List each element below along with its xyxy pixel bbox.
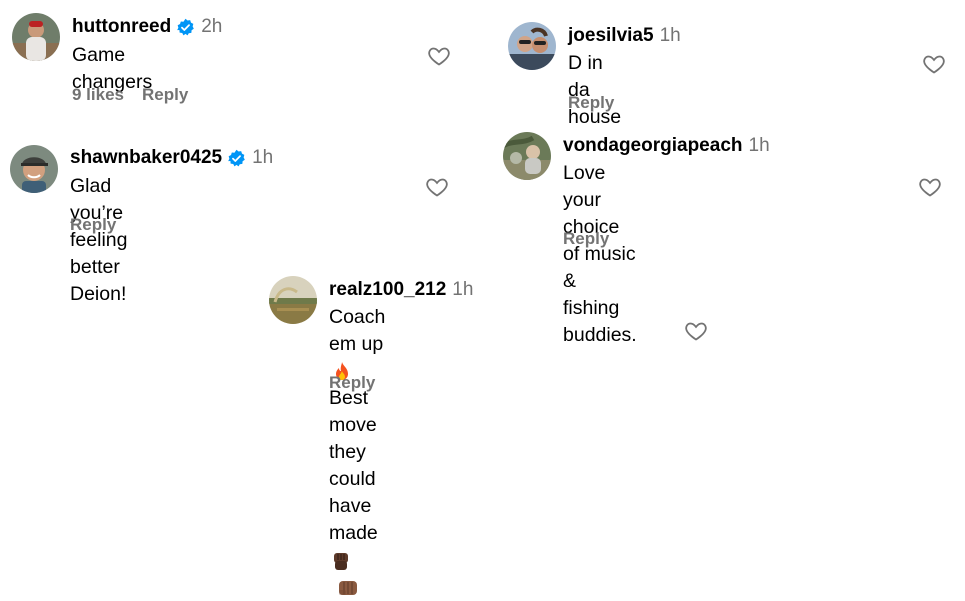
oncoming-fist-icon <box>337 578 359 598</box>
avatar[interactable] <box>508 22 556 70</box>
comment-text-part: Best move they <box>329 387 377 463</box>
avatar-outdoor-photo-icon <box>503 132 551 180</box>
heart-icon[interactable] <box>922 52 946 76</box>
comment-header: vondageorgiapeach 1h <box>563 135 770 157</box>
reply-button[interactable]: Reply <box>142 85 188 104</box>
comment-header: joesilvia5 1h <box>568 25 681 47</box>
comment-actions: Reply <box>70 215 116 235</box>
like-count[interactable]: 9 likes <box>72 85 124 104</box>
avatar-couple-selfie-icon <box>508 22 556 70</box>
reply-button[interactable]: Reply <box>568 93 614 112</box>
reply-button[interactable]: Reply <box>70 215 116 234</box>
comment-text: Glad you’re feeling better Deion! <box>70 175 128 305</box>
username[interactable]: realz100_212 <box>329 279 446 301</box>
comment-time: 1h <box>748 135 770 156</box>
heart-icon[interactable] <box>918 175 942 199</box>
heart-icon[interactable] <box>425 175 449 199</box>
comment-text-part: Coach em up <box>329 306 386 355</box>
comment-text: Coach em up Best move they could have ma… <box>329 304 385 601</box>
comment-text-part: could have made <box>329 468 378 544</box>
avatar[interactable] <box>10 145 58 193</box>
comment-text-line: buddies. <box>563 324 637 346</box>
comment-text: Love your choice of music & fishing budd… <box>563 160 637 349</box>
comment-actions: Reply <box>563 229 609 249</box>
comment-header: realz100_212 1h <box>329 279 473 301</box>
avatar-landscape-field-icon <box>269 276 317 324</box>
avatar-baseball-player-icon <box>12 13 60 61</box>
comment-time: 2h <box>201 16 223 37</box>
avatar-man-cap-icon <box>10 145 58 193</box>
comment-header: huttonreed 2h <box>72 16 222 38</box>
comment-time: 1h <box>452 279 474 300</box>
comment-time: 1h <box>252 147 274 168</box>
username[interactable]: joesilvia5 <box>568 25 654 47</box>
heart-icon[interactable] <box>684 319 708 343</box>
username[interactable]: shawnbaker0425 <box>70 147 222 169</box>
username[interactable]: vondageorgiapeach <box>563 135 743 157</box>
comment-time: 1h <box>659 25 681 46</box>
verified-badge-icon <box>176 18 195 37</box>
comment-text: D in da house <box>568 52 622 128</box>
heart-icon[interactable] <box>427 44 451 68</box>
comment-actions: 9 likes Reply <box>72 85 188 105</box>
raised-fist-icon <box>331 551 351 571</box>
verified-badge-icon <box>227 149 246 168</box>
avatar[interactable] <box>503 132 551 180</box>
username[interactable]: huttonreed <box>72 16 171 38</box>
reply-button[interactable]: Reply <box>563 229 609 248</box>
comment-header: shawnbaker0425 1h <box>70 147 273 169</box>
avatar[interactable] <box>269 276 317 324</box>
comment-actions: Reply <box>568 93 614 113</box>
reply-button[interactable]: Reply <box>329 373 375 392</box>
avatar[interactable] <box>12 13 60 61</box>
comment-actions: Reply <box>329 373 375 393</box>
